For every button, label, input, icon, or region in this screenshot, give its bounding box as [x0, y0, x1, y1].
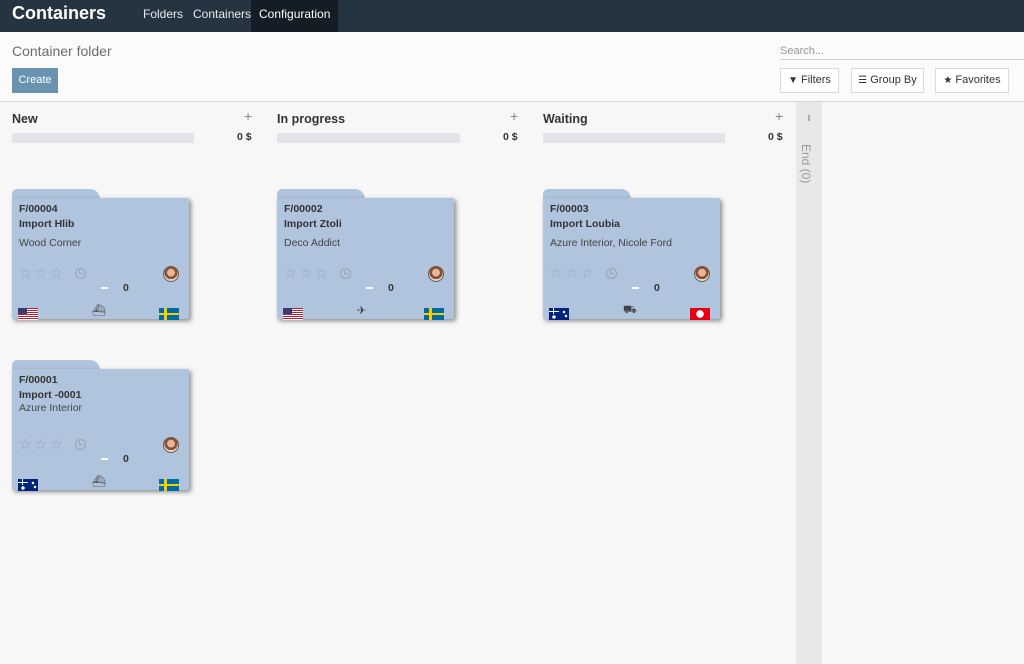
- priority-stars[interactable]: ☆☆☆: [19, 436, 66, 453]
- avatar: [163, 266, 179, 282]
- column-progress-bar[interactable]: [543, 133, 725, 143]
- groupby-label: Group By: [870, 74, 917, 86]
- kanban-card[interactable]: F/00004 Import Hlib Wood Corner ☆☆☆ 0 ⛴: [12, 189, 189, 320]
- avatar: [163, 437, 179, 453]
- column-progress-bar[interactable]: [277, 133, 460, 143]
- australia-flag-icon: [18, 479, 38, 491]
- card-name: Import -0001: [19, 389, 82, 401]
- star-icon[interactable]: ☆: [550, 265, 566, 281]
- avatar: [428, 266, 444, 282]
- star-icon[interactable]: ☆: [581, 265, 597, 281]
- card-reference: F/00001: [19, 374, 58, 386]
- app-title[interactable]: Containers: [12, 3, 106, 24]
- star-icon[interactable]: ☆: [566, 265, 582, 281]
- avatar: [694, 266, 710, 282]
- star-icon[interactable]: ☆: [35, 265, 51, 281]
- fold-handle: [808, 115, 810, 121]
- favorites-label: Favorites: [955, 74, 1001, 86]
- card-reference: F/00003: [550, 203, 589, 215]
- star-icon[interactable]: ☆: [315, 265, 331, 281]
- star-icon[interactable]: ☆: [35, 436, 51, 452]
- card-reference: F/00002: [284, 203, 323, 215]
- kanban-card[interactable]: F/00003 Import Loubia Azure Interior, Ni…: [543, 189, 720, 320]
- search-input[interactable]: [780, 42, 1024, 60]
- card-partner: Deco Addict: [284, 237, 341, 249]
- add-card-icon[interactable]: +: [244, 108, 252, 124]
- truck-icon: ⛟: [623, 304, 637, 316]
- kanban-column-end-folded[interactable]: End (0): [796, 102, 822, 664]
- container-count: 0: [654, 282, 660, 294]
- star-icon[interactable]: ☆: [50, 265, 66, 281]
- column-title: New: [12, 112, 38, 126]
- priority-stars[interactable]: ☆☆☆: [19, 265, 66, 282]
- card-body: F/00001 Import -0001 Azure Interior ☆☆☆ …: [12, 369, 189, 491]
- filters-label: Filters: [800, 74, 831, 86]
- activity-clock-icon[interactable]: [75, 268, 86, 279]
- star-icon[interactable]: ☆: [19, 436, 35, 452]
- star-icon[interactable]: ☆: [284, 265, 300, 281]
- add-card-icon[interactable]: +: [510, 108, 518, 124]
- menu-configuration[interactable]: Configuration: [251, 0, 339, 32]
- star-icon[interactable]: ☆: [300, 265, 316, 281]
- priority-stars[interactable]: ☆☆☆: [550, 265, 597, 282]
- tunisia-flag-icon: [690, 308, 710, 320]
- dash-mark: [101, 458, 108, 460]
- ship-icon: ⛴: [92, 305, 106, 317]
- card-body: F/00002 Import Ztoli Deco Addict ☆☆☆ 0 ✈: [277, 198, 454, 320]
- top-navbar: Containers Folders Containers Configurat…: [0, 0, 1024, 32]
- menu-folders[interactable]: Folders: [135, 0, 191, 32]
- plane-icon: ✈: [357, 305, 367, 317]
- sweden-flag-icon: [424, 308, 444, 320]
- activity-clock-icon[interactable]: [75, 439, 86, 450]
- card-name: Import Ztoli: [284, 218, 342, 230]
- us-flag-icon: [283, 308, 303, 320]
- card-body: F/00004 Import Hlib Wood Corner ☆☆☆ 0 ⛴: [12, 198, 189, 320]
- card-partner: Wood Corner: [19, 237, 82, 249]
- control-panel: Container folder Create ▼Filters ☰Group …: [0, 32, 1024, 102]
- column-title: In progress: [277, 112, 346, 126]
- sweden-flag-icon: [159, 479, 179, 491]
- container-count: 0: [123, 453, 129, 465]
- create-button[interactable]: Create: [12, 68, 58, 93]
- activity-clock-icon[interactable]: [606, 268, 617, 279]
- card-name: Import Hlib: [19, 218, 75, 230]
- list-icon: ☰: [858, 75, 868, 86]
- column-sum: 0 $: [503, 131, 518, 143]
- australia-flag-icon: [549, 308, 569, 320]
- kanban-card[interactable]: F/00001 Import -0001 Azure Interior ☆☆☆ …: [12, 360, 189, 491]
- column-progress-bar[interactable]: [12, 133, 194, 143]
- card-body: F/00003 Import Loubia Azure Interior, Ni…: [543, 198, 720, 320]
- card-reference: F/00004: [19, 203, 58, 215]
- folded-column-label: End (0): [799, 144, 813, 184]
- priority-stars[interactable]: ☆☆☆: [284, 265, 331, 282]
- card-partner: Azure Interior, Nicole Ford: [550, 237, 672, 249]
- filters-button[interactable]: ▼ Filters: [780, 68, 839, 93]
- sweden-flag-icon: [159, 308, 179, 320]
- star-icon: ★: [943, 75, 953, 86]
- dash-mark: [101, 287, 108, 289]
- favorites-button[interactable]: ★ Favorites: [935, 68, 1009, 93]
- menu-containers[interactable]: Containers: [185, 0, 259, 32]
- container-count: 0: [388, 282, 394, 294]
- groupby-button[interactable]: ☰ Group By: [851, 68, 924, 93]
- activity-clock-icon[interactable]: [340, 268, 351, 279]
- kanban-card[interactable]: F/00002 Import Ztoli Deco Addict ☆☆☆ 0 ✈: [277, 189, 454, 320]
- container-count: 0: [123, 282, 129, 294]
- filter-icon: ▼: [788, 75, 798, 86]
- star-icon[interactable]: ☆: [19, 265, 35, 281]
- dash-mark: [366, 287, 373, 289]
- column-title: Waiting: [543, 112, 588, 126]
- card-name: Import Loubia: [550, 218, 620, 230]
- add-card-icon[interactable]: +: [775, 108, 783, 124]
- breadcrumb: Container folder: [12, 43, 112, 59]
- column-sum: 0 $: [768, 131, 783, 143]
- card-partner: Azure Interior: [19, 402, 83, 414]
- dash-mark: [632, 287, 639, 289]
- ship-icon: ⛴: [92, 476, 106, 488]
- column-sum: 0 $: [237, 131, 252, 143]
- us-flag-icon: [18, 308, 38, 320]
- star-icon[interactable]: ☆: [50, 436, 66, 452]
